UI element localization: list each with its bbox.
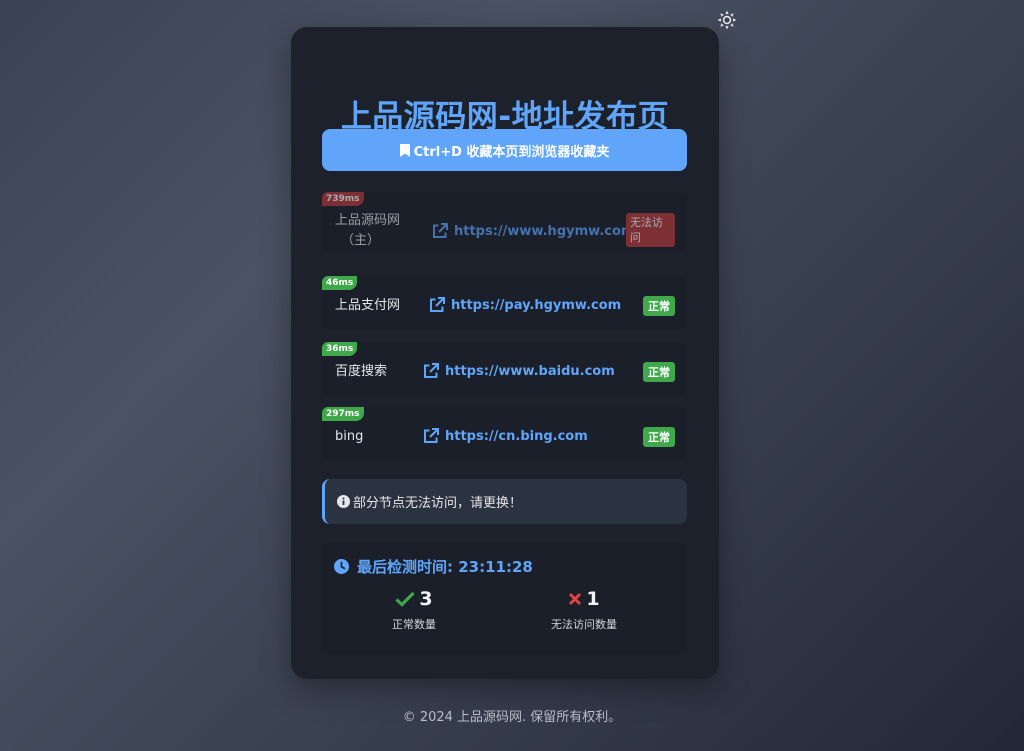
status-badge: 正常 xyxy=(643,296,675,316)
latency-badge: 46ms xyxy=(322,276,358,290)
site-row-pay: 46ms 上品支付网 https://pay.hgymw.com 正常 xyxy=(322,276,687,330)
sun-icon xyxy=(717,10,737,30)
latency-badge: 739ms xyxy=(322,192,364,206)
bookmark-button-label: Ctrl+D 收藏本页到浏览器收藏夹 xyxy=(413,144,610,160)
footer-copyright: © 2024 上品源码网. 保留所有权利。 xyxy=(402,710,622,725)
check-icon xyxy=(395,591,416,607)
status-badge: 正常 xyxy=(643,427,675,447)
last-check: 最后检测时间: 23:11:28 xyxy=(334,556,533,577)
external-link-icon xyxy=(430,297,445,312)
site-link[interactable]: https://cn.bing.com xyxy=(423,428,588,444)
site-link[interactable]: https://pay.hgymw.com xyxy=(429,297,621,313)
external-link-icon xyxy=(424,363,439,378)
main-card: 上品源码网-地址发布页 Ctrl+D 收藏本页到浏览器收藏夹 739ms 上品源… xyxy=(291,27,719,679)
ok-stat: 3 正常数量 xyxy=(344,588,484,632)
latency-badge: 297ms xyxy=(322,407,364,421)
site-name: 百度搜索 xyxy=(335,364,388,379)
site-link[interactable]: https://www.baidu.com xyxy=(423,363,615,379)
ok-label: 正常数量 xyxy=(392,618,436,631)
latency-badge: 36ms xyxy=(322,342,358,356)
site-row-bing: 297ms bing https://cn.bing.com 正常 xyxy=(322,407,687,460)
site-link[interactable]: https://www.hgymw.com xyxy=(432,223,634,239)
last-check-text: 最后检测时间: 23:11:28 xyxy=(357,558,533,576)
info-icon xyxy=(337,495,350,508)
site-name: 上品支付网 xyxy=(335,298,401,313)
external-link-icon xyxy=(433,223,448,238)
bookmark-icon xyxy=(399,143,410,157)
status-badge: 正常 xyxy=(643,362,675,382)
stats-panel: 最后检测时间: 23:11:28 3 正常数量 1 无法访问数量 xyxy=(322,542,687,654)
external-link-icon xyxy=(424,428,439,443)
bookmark-button[interactable]: Ctrl+D 收藏本页到浏览器收藏夹 xyxy=(322,129,687,171)
fail-count: 1 xyxy=(586,588,600,610)
theme-toggle-button[interactable] xyxy=(716,9,738,31)
site-name: 上品源码网 （主） xyxy=(335,213,401,248)
clock-icon xyxy=(334,559,349,574)
x-icon xyxy=(569,592,582,606)
fail-label: 无法访问数量 xyxy=(551,618,617,631)
site-row-main: 739ms 上品源码网 （主） https://www.hgymw.com 无法… xyxy=(322,192,687,252)
site-name: bing xyxy=(335,429,364,444)
site-row-baidu: 36ms 百度搜索 https://www.baidu.com 正常 xyxy=(322,342,687,395)
notice-text: 部分节点无法访问，请更换！ xyxy=(353,496,523,511)
fail-stat: 1 无法访问数量 xyxy=(514,588,654,632)
notice-alert: 部分节点无法访问，请更换！ xyxy=(322,479,687,524)
status-badge: 无法访问 xyxy=(626,213,675,247)
ok-count: 3 xyxy=(419,588,433,610)
